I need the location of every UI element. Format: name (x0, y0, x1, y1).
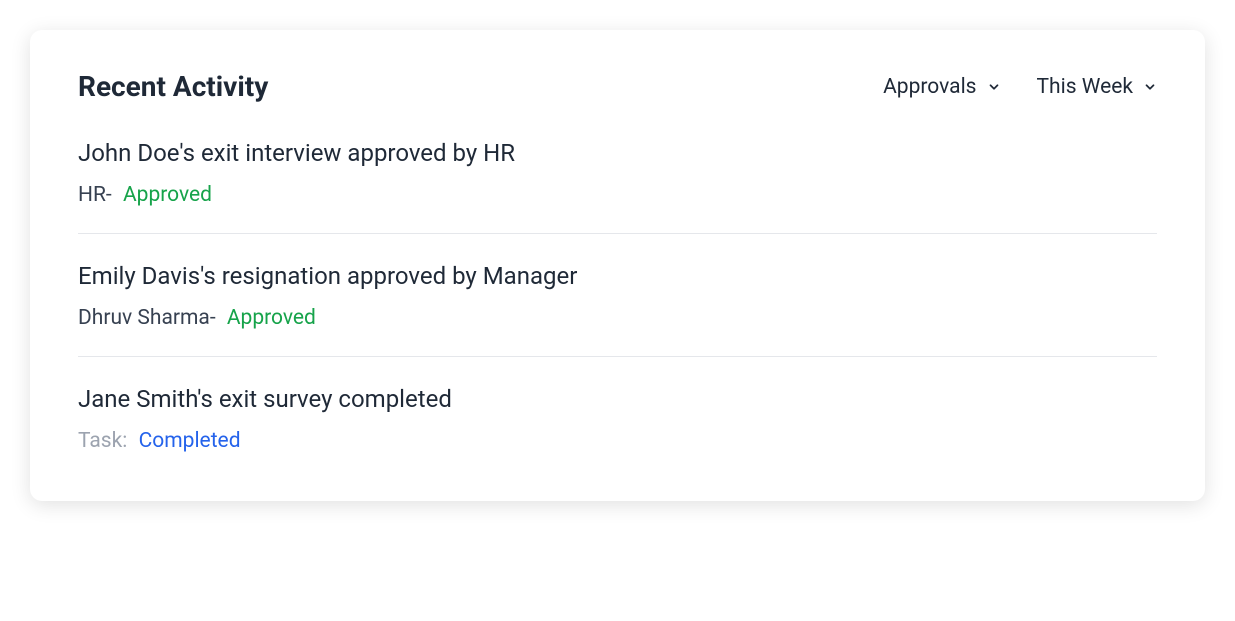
activity-meta-prefix: Task: (78, 429, 127, 453)
filter-type-label: Approvals (883, 75, 976, 99)
chevron-down-icon (987, 80, 1001, 94)
activity-status: Completed (139, 429, 241, 453)
activity-status: Approved (123, 183, 212, 207)
activity-meta-prefix: Dhruv Sharma- (78, 306, 216, 330)
chevron-down-icon (1143, 80, 1157, 94)
activity-list: John Doe's exit interview approved by HR… (78, 139, 1157, 453)
filter-range-dropdown[interactable]: This Week (1037, 75, 1157, 99)
activity-title: Emily Davis's resignation approved by Ma… (78, 262, 1157, 290)
activity-meta: Dhruv Sharma- Approved (78, 306, 1157, 330)
filters: Approvals This Week (883, 75, 1157, 99)
activity-item: Emily Davis's resignation approved by Ma… (78, 233, 1157, 356)
filter-type-dropdown[interactable]: Approvals (883, 75, 1000, 99)
card-title: Recent Activity (78, 70, 268, 103)
recent-activity-card: Recent Activity Approvals This Week John… (30, 30, 1205, 501)
activity-status: Approved (227, 306, 316, 330)
activity-title: John Doe's exit interview approved by HR (78, 139, 1157, 167)
activity-meta-prefix: HR- (78, 183, 112, 207)
activity-item: John Doe's exit interview approved by HR… (78, 139, 1157, 233)
activity-meta: HR- Approved (78, 183, 1157, 207)
activity-item: Jane Smith's exit survey completed Task:… (78, 356, 1157, 453)
filter-range-label: This Week (1037, 75, 1133, 99)
card-header: Recent Activity Approvals This Week (78, 70, 1157, 103)
activity-meta: Task: Completed (78, 429, 1157, 453)
activity-title: Jane Smith's exit survey completed (78, 385, 1157, 413)
